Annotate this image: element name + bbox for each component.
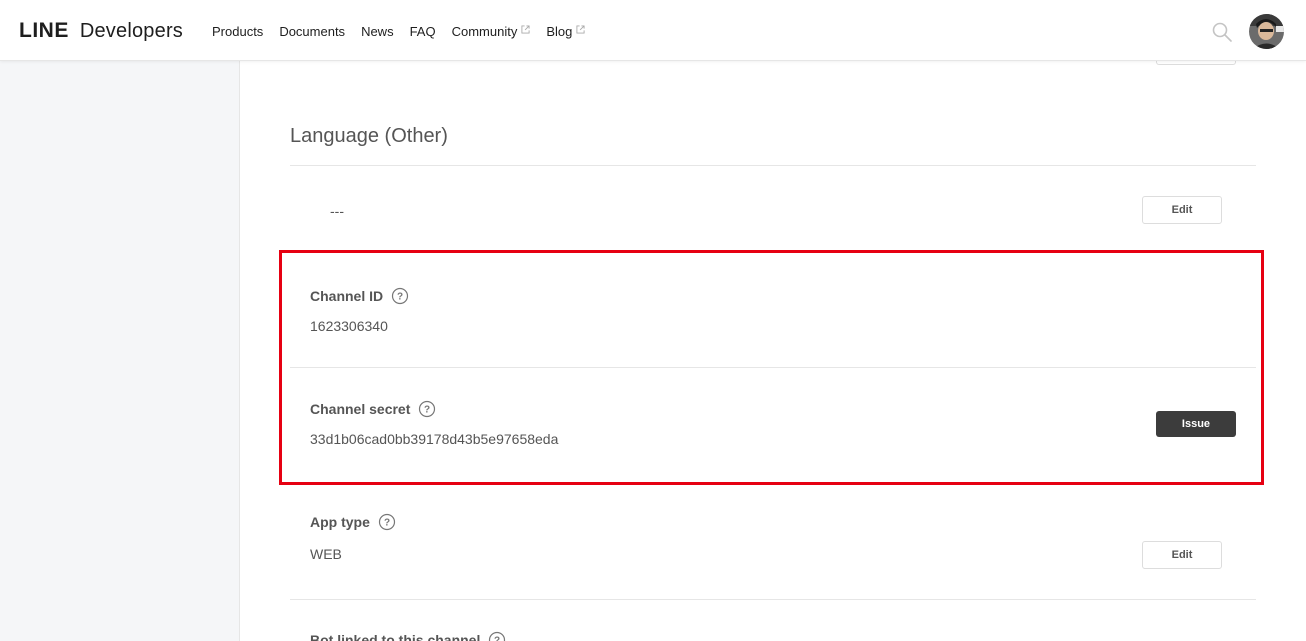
avatar-image: [1249, 14, 1284, 49]
app-type-label-text: App type: [310, 514, 370, 530]
help-icon[interactable]: ?: [378, 513, 396, 531]
nav-item-products[interactable]: Products: [212, 24, 263, 39]
language-other-title: Language (Other): [290, 125, 448, 147]
channel-secret-label-text: Channel secret: [310, 401, 411, 417]
nav-label: Documents: [279, 24, 346, 39]
nav-item-documents[interactable]: Documents: [279, 24, 345, 39]
nav-label: Community: [451, 24, 518, 39]
channel-secret-value: 33d1b06cad0bb39178d43b5e97658eda: [310, 431, 559, 447]
language-edit-button[interactable]: Edit: [1142, 196, 1222, 224]
main-nav: Products Documents News FAQ Community Bl…: [212, 24, 601, 39]
nav-label: News: [361, 24, 394, 39]
help-icon[interactable]: ?: [488, 631, 506, 641]
logo-line-text: LINE: [19, 19, 69, 42]
channel-id-value: 1623306340: [310, 318, 388, 334]
search-icon[interactable]: [1212, 22, 1232, 42]
channel-id-label-text: Channel ID: [310, 288, 384, 304]
line-developers-logo[interactable]: LINE Developers: [19, 19, 183, 43]
nav-label: Blog: [546, 24, 573, 39]
user-avatar[interactable]: [1249, 14, 1284, 49]
svg-text:?: ?: [424, 405, 430, 416]
channel-settings-main: Language (Other) --- Edit Channel ID ? 1…: [240, 61, 1306, 641]
divider: [290, 367, 1256, 368]
issue-secret-button[interactable]: Issue: [1156, 411, 1236, 437]
divider: [290, 165, 1256, 166]
logo-developers-text: Developers: [79, 20, 184, 42]
svg-text:?: ?: [397, 292, 403, 303]
channel-id-label: Channel ID ?: [310, 287, 409, 305]
help-icon[interactable]: ?: [391, 287, 409, 305]
svg-text:?: ?: [494, 636, 500, 641]
app-type-label: App type ?: [310, 513, 396, 531]
top-header: LINE Developers Products Documents News …: [0, 0, 1306, 61]
external-link-icon: [576, 25, 585, 34]
bot-linked-label: Bot linked to this channel ?: [310, 631, 506, 641]
nav-item-community[interactable]: Community: [452, 24, 531, 39]
nav-item-faq[interactable]: FAQ: [410, 24, 436, 39]
app-type-value: WEB: [310, 546, 342, 562]
external-link-icon: [521, 25, 530, 34]
nav-item-news[interactable]: News: [361, 24, 394, 39]
divider: [290, 599, 1256, 600]
nav-item-blog[interactable]: Blog: [546, 24, 585, 39]
help-icon[interactable]: ?: [418, 400, 436, 418]
sidebar: [0, 61, 240, 641]
channel-secret-label: Channel secret ?: [310, 400, 436, 418]
bot-linked-label-text: Bot linked to this channel: [310, 632, 481, 641]
language-other-value: ---: [330, 203, 344, 219]
svg-text:?: ?: [384, 518, 390, 529]
app-type-edit-button[interactable]: Edit: [1142, 541, 1222, 569]
nav-label: FAQ: [409, 24, 436, 39]
previous-edit-button[interactable]: [1156, 61, 1236, 65]
nav-label: Products: [212, 24, 264, 39]
